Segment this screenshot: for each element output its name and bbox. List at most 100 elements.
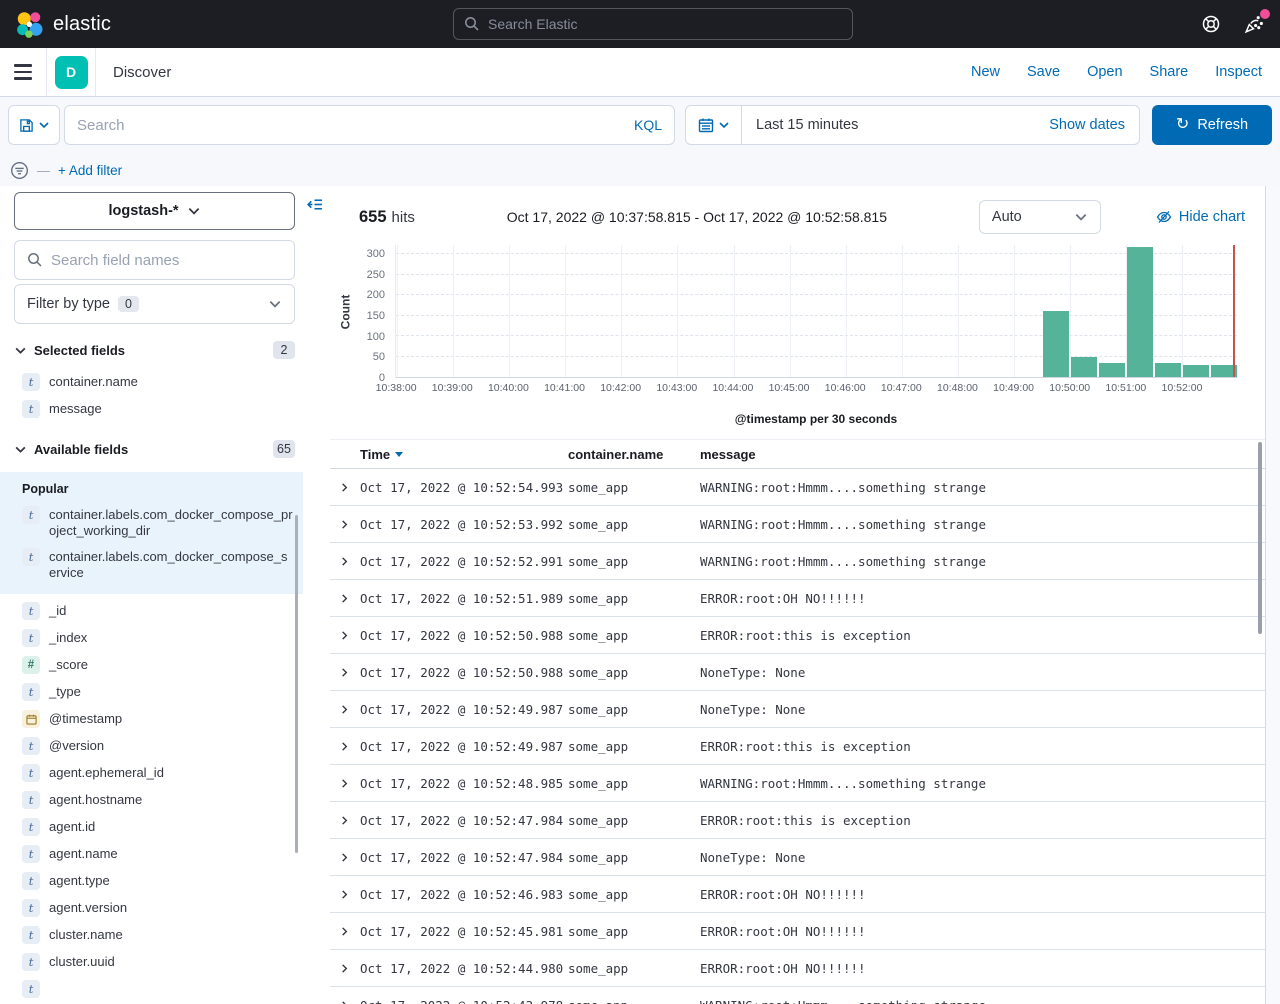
cell-time: Oct 17, 2022 @ 10:52:45.981 [360, 924, 568, 939]
show-dates-button[interactable]: Show dates [1049, 117, 1139, 133]
table-row: Oct 17, 2022 @ 10:52:45.981 some_app ERR… [330, 913, 1265, 950]
histogram-bar[interactable] [1127, 247, 1153, 377]
sidebar-scrollbar[interactable] [295, 515, 298, 853]
text-field-type-icon: t [22, 683, 40, 701]
global-search[interactable] [453, 8, 853, 40]
available-fields-header[interactable]: Available fields 65 [14, 438, 295, 460]
expand-row-button[interactable] [330, 778, 360, 789]
field-list-item[interactable]: t # agent.version [14, 895, 295, 922]
index-pattern-selector[interactable]: logstash-* [14, 192, 295, 230]
top-menu-item[interactable]: Share [1150, 64, 1189, 80]
field-list-item[interactable]: t # agent.name [14, 841, 295, 868]
table-row: Oct 17, 2022 @ 10:52:49.987 some_app ERR… [330, 728, 1265, 765]
cell-message: ERROR:root:this is exception [700, 628, 1265, 643]
table-row: Oct 17, 2022 @ 10:52:44.980 some_app ERR… [330, 950, 1265, 987]
expand-row-button[interactable] [330, 556, 360, 567]
field-list-item[interactable]: t # cluster.uuid [14, 949, 295, 976]
cell-message: ERROR:root:OH NO!!!!!! [700, 961, 1265, 976]
histogram-bar[interactable] [1043, 311, 1069, 377]
cell-time: Oct 17, 2022 @ 10:52:49.987 [360, 702, 568, 717]
field-list-item[interactable]: t # container.labels.com_docker_compose_… [14, 502, 293, 544]
histogram-bar[interactable] [1183, 365, 1209, 377]
collapse-sidebar-button[interactable] [306, 196, 323, 213]
chart-plot-area [395, 245, 1237, 378]
expand-row-button[interactable] [330, 1000, 360, 1004]
expand-row-button[interactable] [330, 926, 360, 937]
field-search-input[interactable] [51, 252, 282, 269]
cell-time: Oct 17, 2022 @ 10:52:51.989 [360, 591, 568, 606]
cell-container-name: some_app [568, 813, 700, 828]
query-input[interactable] [77, 117, 634, 134]
add-filter-button[interactable]: + Add filter [58, 163, 122, 178]
expand-row-button[interactable] [330, 815, 360, 826]
field-list-item[interactable]: t # cluster.name [14, 922, 295, 949]
expand-row-button[interactable] [330, 667, 360, 678]
expand-row-button[interactable] [330, 704, 360, 715]
field-list-item[interactable]: t # agent.hostname [14, 787, 295, 814]
field-list-item[interactable]: t # agent.type [14, 868, 295, 895]
filter-icon[interactable] [10, 161, 29, 180]
cell-container-name: some_app [568, 739, 700, 754]
date-quick-select-button[interactable] [686, 106, 742, 144]
field-list-item[interactable]: t # container.labels.com_docker_compose_… [14, 544, 293, 586]
field-list-item[interactable]: t # agent.ephemeral_id [14, 760, 295, 787]
table-scrollbar[interactable] [1258, 442, 1262, 634]
chevron-down-icon [14, 443, 27, 456]
expand-row-button[interactable] [330, 593, 360, 604]
column-header-message[interactable]: message [700, 447, 1265, 462]
histogram-bar[interactable] [1071, 357, 1097, 377]
selected-fields-header[interactable]: Selected fields 2 [14, 339, 295, 361]
field-list-item[interactable]: t # _score [14, 652, 295, 679]
column-header-container-name[interactable]: container.name [568, 447, 700, 462]
top-menu-item[interactable]: Save [1027, 64, 1060, 80]
news-feed-icon[interactable] [1243, 14, 1264, 35]
expand-row-button[interactable] [330, 630, 360, 641]
x-tick-label: 10:47:00 [881, 382, 922, 394]
cell-message: ERROR:root:this is exception [700, 739, 1265, 754]
query-language-button[interactable]: KQL [634, 117, 662, 133]
time-range-value[interactable]: Last 15 minutes [742, 117, 858, 133]
expand-row-button[interactable] [330, 852, 360, 863]
global-search-input[interactable] [488, 16, 842, 32]
text-field-type-icon: t [22, 953, 40, 971]
expand-row-button[interactable] [330, 889, 360, 900]
field-list-item[interactable]: t # @version [14, 733, 295, 760]
field-list-item[interactable]: t # _type [14, 679, 295, 706]
field-list-item[interactable]: t # [14, 976, 295, 1003]
refresh-button[interactable]: ↻ Refresh [1152, 105, 1272, 145]
expand-row-button[interactable] [330, 519, 360, 530]
cell-time: Oct 17, 2022 @ 10:52:48.985 [360, 776, 568, 791]
text-field-type-icon: t [22, 791, 40, 809]
cell-message: WARNING:root:Hmmm....something strange [700, 998, 1265, 1004]
help-icon[interactable] [1201, 14, 1221, 34]
top-menu-item[interactable]: Inspect [1215, 64, 1262, 80]
field-list-item[interactable]: t # _id [14, 598, 295, 625]
elastic-brand[interactable]: elastic [16, 11, 453, 38]
top-menu-item[interactable]: New [971, 64, 1000, 80]
y-axis-title: Count [338, 294, 352, 329]
field-list-item[interactable]: t # message [14, 396, 295, 423]
expand-row-button[interactable] [330, 741, 360, 752]
expand-row-button[interactable] [330, 482, 360, 493]
field-list-item[interactable]: t # @timestamp [14, 706, 295, 733]
field-list-item[interactable]: t # agent.id [14, 814, 295, 841]
expand-row-button[interactable] [330, 963, 360, 974]
histogram-bar[interactable] [1099, 363, 1125, 377]
cell-message: WARNING:root:Hmmm....something strange [700, 776, 1265, 791]
interval-select[interactable]: Auto [979, 200, 1101, 234]
hide-chart-button[interactable]: Hide chart [1156, 209, 1245, 225]
filter-by-type-dropdown[interactable]: Filter by type 0 [14, 284, 295, 324]
cell-message: ERROR:root:OH NO!!!!!! [700, 591, 1265, 606]
field-list-item[interactable]: t # container.name [14, 369, 295, 396]
discover-app-badge[interactable]: D [55, 56, 88, 89]
column-header-time[interactable]: Time [360, 447, 568, 462]
field-list-item[interactable]: t # _index [14, 625, 295, 652]
cell-container-name: some_app [568, 554, 700, 569]
eye-slash-icon [1156, 209, 1172, 225]
top-menu: New Save Open Share Inspect [971, 64, 1280, 80]
saved-query-button[interactable] [8, 105, 60, 145]
top-menu-item[interactable]: Open [1087, 64, 1122, 80]
chevron-down-icon [14, 344, 27, 357]
histogram-bar[interactable] [1155, 363, 1181, 377]
menu-icon[interactable] [0, 48, 47, 96]
